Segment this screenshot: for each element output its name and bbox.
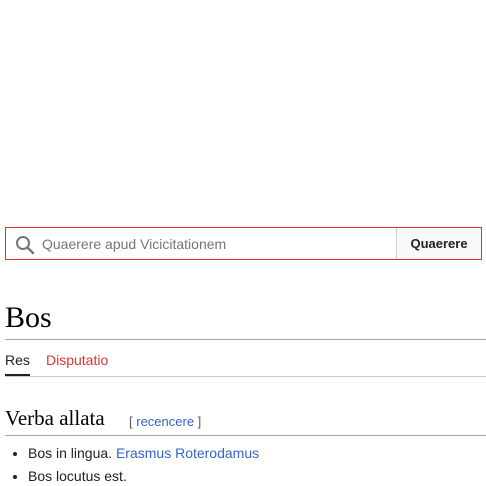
quote-text: Bos in lingua. — [28, 445, 116, 461]
search-form: Quaerere — [5, 227, 482, 260]
search-button[interactable]: Quaerere — [396, 228, 481, 259]
edit-section-link[interactable]: recencere — [136, 414, 194, 429]
edit-bracket-close: ] — [194, 414, 202, 429]
edit-section: [ recencere ] — [129, 414, 201, 429]
list-item: Bos in lingua. Erasmus Roterodamus — [28, 442, 259, 465]
tab-disputatio[interactable]: Disputatio — [46, 352, 108, 368]
tab-res[interactable]: Res — [5, 352, 30, 376]
search-icon — [16, 236, 35, 255]
section-title: Verba allata — [5, 406, 105, 430]
section-heading: Verba allata [ recencere ] — [5, 404, 486, 436]
page-tabs: Res Disputatio — [5, 346, 486, 377]
search-field — [6, 228, 396, 259]
search-input[interactable] — [6, 228, 396, 259]
list-item: Bos locutus est. — [28, 465, 259, 486]
page-title: Bos — [5, 298, 486, 340]
quote-author-link[interactable]: Erasmus Roterodamus — [116, 445, 259, 461]
quote-text: Bos locutus est. — [28, 468, 127, 484]
quote-list: Bos in lingua. Erasmus Roterodamus Bos l… — [14, 442, 259, 486]
